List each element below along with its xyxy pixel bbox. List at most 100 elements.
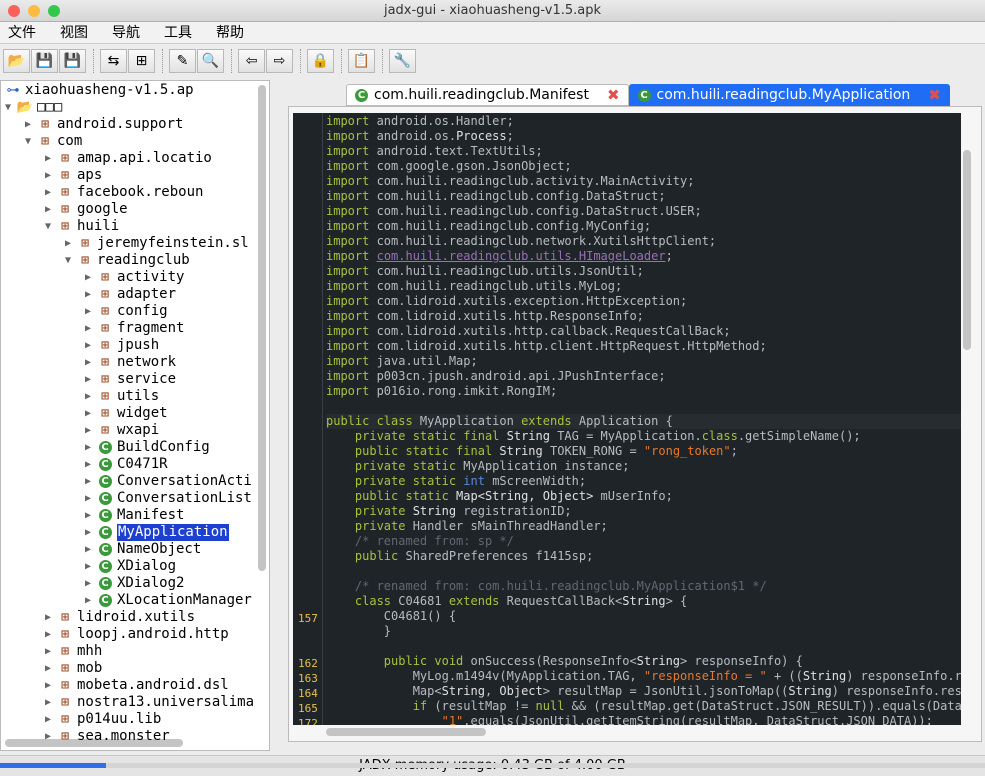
tree-vertical-scrollbar[interactable]: [258, 85, 266, 571]
collapsed-chevron-icon[interactable]: ▶: [45, 677, 57, 694]
collapsed-chevron-icon[interactable]: ▶: [85, 422, 97, 439]
close-tab-icon[interactable]: ✖: [607, 86, 620, 104]
collapsed-chevron-icon[interactable]: ▶: [85, 337, 97, 354]
tree-node[interactable]: ▶ ⊞ network: [85, 354, 176, 371]
collapsed-chevron-icon[interactable]: ▶: [85, 286, 97, 303]
tree-node[interactable]: ▶ C XDialog2: [85, 575, 184, 592]
collapsed-chevron-icon[interactable]: ▶: [85, 456, 97, 473]
collapsed-chevron-icon[interactable]: ▶: [85, 388, 97, 405]
collapsed-chevron-icon[interactable]: ▶: [45, 201, 57, 218]
minimize-window-button[interactable]: [28, 5, 40, 17]
deobfuscation-button[interactable]: 🔒: [307, 48, 334, 73]
tree-node[interactable]: ▼ ⊞ huili: [45, 218, 119, 235]
collapsed-chevron-icon[interactable]: ▶: [85, 439, 97, 456]
menu-item[interactable]: 帮助: [216, 22, 244, 43]
collapsed-chevron-icon[interactable]: ▶: [85, 524, 97, 541]
tree-node[interactable]: ▶ ⊞ nostra13.universalima: [45, 694, 254, 711]
tree-node[interactable]: ▶ C NameObject: [85, 541, 201, 558]
collapsed-chevron-icon[interactable]: ▶: [85, 592, 97, 609]
collapsed-chevron-icon[interactable]: ▶: [45, 643, 57, 660]
tree-node[interactable]: ▶ ⊞ fragment: [85, 320, 184, 337]
tree-node[interactable]: ▶ ⊞ wxapi: [85, 422, 159, 439]
tree-node[interactable]: ▶ ⊞ mhh: [45, 643, 102, 660]
tree-node[interactable]: ▶ ⊞ adapter: [85, 286, 176, 303]
collapsed-chevron-icon[interactable]: ▶: [85, 303, 97, 320]
menu-item[interactable]: 导航: [112, 22, 140, 43]
tree-node[interactable]: ▶ C XLocationManager: [85, 592, 252, 609]
tree-node[interactable]: ▶ ⊞ mob: [45, 660, 102, 677]
collapsed-chevron-icon[interactable]: ▶: [45, 660, 57, 677]
tree-node[interactable]: ▶ ⊞ config: [85, 303, 168, 320]
tree-node[interactable]: ▶ ⊞ jpush: [85, 337, 159, 354]
text-search-button[interactable]: ✎: [169, 48, 196, 73]
collapsed-chevron-icon[interactable]: ▶: [65, 235, 77, 252]
collapsed-chevron-icon[interactable]: ▶: [85, 507, 97, 524]
collapsed-chevron-icon[interactable]: ▶: [85, 490, 97, 507]
expanded-chevron-icon[interactable]: ▼: [25, 133, 37, 150]
tree-node[interactable]: ▶ ⊞ google: [45, 201, 128, 218]
collapsed-chevron-icon[interactable]: ▶: [85, 269, 97, 286]
collapsed-chevron-icon[interactable]: ▶: [45, 150, 57, 167]
code-vertical-scrollbar[interactable]: [963, 150, 971, 350]
tree-node[interactable]: ▶ C XDialog: [85, 558, 176, 575]
tree-node[interactable]: ▼ ⊞ readingclub: [65, 252, 190, 269]
collapsed-chevron-icon[interactable]: ▶: [45, 694, 57, 711]
flatten-packages-button[interactable]: ⊞: [128, 48, 155, 73]
collapsed-chevron-icon[interactable]: ▶: [85, 473, 97, 490]
expanded-chevron-icon[interactable]: ▼: [45, 218, 57, 235]
tree-node[interactable]: ▶ ⊞ sea.monster: [45, 728, 170, 745]
collapsed-chevron-icon[interactable]: ▶: [45, 711, 57, 728]
menu-item[interactable]: 视图: [60, 22, 88, 43]
tree-node[interactable]: ▶ ⊞ facebook.reboun: [45, 184, 203, 201]
collapsed-chevron-icon[interactable]: ▶: [85, 541, 97, 558]
collapsed-chevron-icon[interactable]: ▶: [85, 558, 97, 575]
collapsed-chevron-icon[interactable]: ▶: [45, 626, 57, 643]
tree-node[interactable]: ▶ ⊞ p014uu.lib: [45, 711, 161, 728]
code-horizontal-scrollbar[interactable]: [326, 728, 486, 736]
sync-button[interactable]: ⇆: [100, 48, 127, 73]
collapsed-chevron-icon[interactable]: ▶: [45, 167, 57, 184]
collapsed-chevron-icon[interactable]: ▶: [85, 320, 97, 337]
tree-node[interactable]: ▶ ⊞ mobeta.android.dsl: [45, 677, 229, 694]
tree-node[interactable]: ▶ C C0471R: [85, 456, 168, 473]
collapsed-chevron-icon[interactable]: ▶: [25, 116, 37, 133]
tree-node[interactable]: ▶ ⊞ lidroid.xutils: [45, 609, 195, 626]
tree-node[interactable]: ▶ C MyApplication: [85, 524, 229, 541]
tree-node[interactable]: ▶ ⊞ jeremyfeinstein.sl: [65, 235, 249, 252]
collapsed-chevron-icon[interactable]: ▶: [45, 184, 57, 201]
save-all-button[interactable]: 💾: [31, 48, 58, 73]
log-button[interactable]: 📋: [348, 48, 375, 73]
collapsed-chevron-icon[interactable]: ▶: [85, 354, 97, 371]
tree-node[interactable]: ▼ ⊞ com: [25, 133, 82, 150]
tree-node[interactable]: ▶ ⊞ amap.api.locatio: [45, 150, 212, 167]
menu-item[interactable]: 文件: [8, 22, 36, 43]
collapsed-chevron-icon[interactable]: ▶: [85, 371, 97, 388]
collapsed-chevron-icon[interactable]: ▶: [85, 405, 97, 422]
tree-node[interactable]: ▶ C ConversationActi: [85, 473, 252, 490]
tree-node[interactable]: ▶ C ConversationList: [85, 490, 252, 507]
menu-item[interactable]: 工具: [164, 22, 192, 43]
preferences-button[interactable]: 🔧: [389, 48, 416, 73]
tree-node[interactable]: ▶ C BuildConfig: [85, 439, 210, 456]
forward-button[interactable]: ⇨: [266, 48, 293, 73]
tree-node[interactable]: ▶ C Manifest: [85, 507, 184, 524]
tree-node[interactable]: ▶ ⊞ activity: [85, 269, 184, 286]
open-file-button[interactable]: 📂: [3, 48, 30, 73]
tree-node[interactable]: ⊶ xiaohuasheng-v1.5.ap: [5, 82, 194, 99]
tree-node[interactable]: ▶ ⊞ loopj.android.http: [45, 626, 229, 643]
expanded-chevron-icon[interactable]: ▼: [5, 99, 17, 116]
class-search-button[interactable]: 🔍: [197, 48, 224, 73]
collapsed-chevron-icon[interactable]: ▶: [45, 609, 57, 626]
export-button[interactable]: 💾: [59, 48, 86, 73]
editor-tab[interactable]: Ccom.huili.readingclub.Manifest ✖: [346, 84, 629, 106]
tree-node[interactable]: ▶ ⊞ service: [85, 371, 176, 388]
zoom-window-button[interactable]: [48, 5, 60, 17]
editor-tab[interactable]: Ccom.huili.readingclub.MyApplication ✖: [628, 84, 950, 106]
tree-node[interactable]: ▶ ⊞ aps: [45, 167, 102, 184]
close-window-button[interactable]: [8, 5, 20, 17]
tree-node[interactable]: ▶ ⊞ android.support: [25, 116, 183, 133]
back-button[interactable]: ⇦: [238, 48, 265, 73]
close-tab-icon[interactable]: ✖: [928, 86, 941, 104]
tree-node[interactable]: ▶ ⊞ widget: [85, 405, 168, 422]
code-view[interactable]: import android.os.Handler; import android…: [293, 113, 961, 725]
